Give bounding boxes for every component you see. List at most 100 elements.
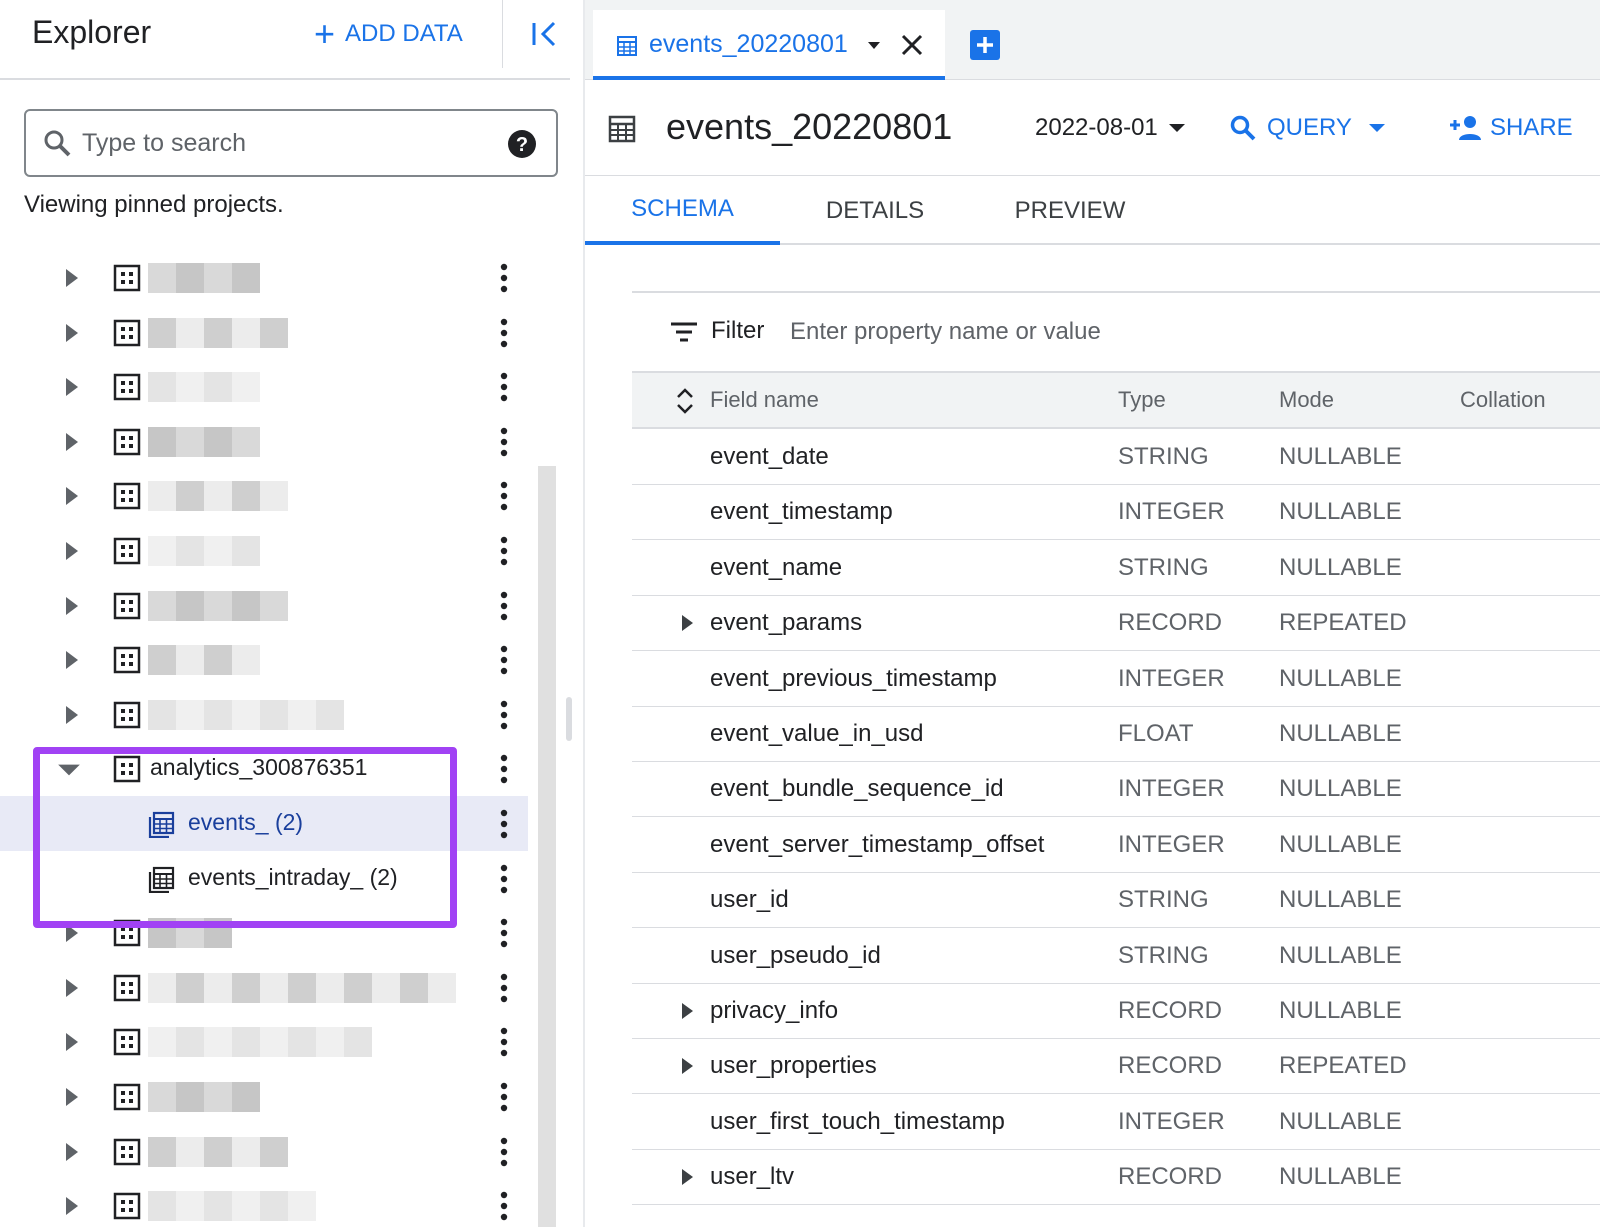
schema-row[interactable]: event_date STRING NULLABLE xyxy=(632,429,1600,485)
more-options-icon[interactable] xyxy=(492,863,516,895)
column-header-field-name[interactable]: Field name xyxy=(710,387,819,413)
filter-input[interactable] xyxy=(790,315,1490,349)
more-options-icon[interactable] xyxy=(492,1081,516,1113)
tree-row-table[interactable]: events_intraday_ (2) xyxy=(0,851,528,906)
schema-row[interactable]: event_value_in_usd FLOAT NULLABLE xyxy=(632,706,1600,762)
tree-row-dataset[interactable] xyxy=(0,632,528,687)
plus-icon: + xyxy=(314,13,336,54)
dataset-icon xyxy=(113,264,141,292)
more-options-icon[interactable] xyxy=(492,699,516,731)
share-button[interactable]: SHARE xyxy=(1450,110,1573,146)
schema-row[interactable]: user_first_touch_timestamp INTEGER NULLABL… xyxy=(632,1094,1600,1150)
search-input[interactable] xyxy=(82,121,482,165)
new-tab-icon[interactable] xyxy=(970,30,1000,60)
tab-preview[interactable]: PREVIEW xyxy=(970,177,1170,245)
tree-row-dataset[interactable] xyxy=(0,250,528,305)
tree-row-dataset[interactable] xyxy=(0,1014,528,1069)
expand-arrow-icon[interactable] xyxy=(60,430,84,454)
expand-arrow-icon[interactable] xyxy=(60,1140,84,1164)
more-options-icon[interactable] xyxy=(492,535,516,567)
redacted-block xyxy=(148,918,176,949)
tab-title: events_20220801 xyxy=(649,30,848,58)
close-icon[interactable] xyxy=(899,32,925,58)
expand-arrow-icon[interactable] xyxy=(60,266,84,290)
tab-schema[interactable]: SCHEMA xyxy=(585,177,780,245)
tree-row-table[interactable]: events_ (2) xyxy=(0,796,528,851)
schema-row[interactable]: event_params RECORD REPEATED xyxy=(632,595,1600,652)
expand-arrow-icon[interactable] xyxy=(60,375,84,399)
tree-row-dataset[interactable] xyxy=(0,359,528,414)
more-options-icon[interactable] xyxy=(492,1026,516,1058)
schema-row[interactable]: event_bundle_sequence_id INTEGER NULLABLE xyxy=(632,761,1600,818)
expand-arrow-icon[interactable] xyxy=(60,648,84,672)
tree-row-dataset[interactable] xyxy=(0,1178,528,1227)
redacted-block xyxy=(204,1136,232,1167)
tab-events-table[interactable]: events_20220801 xyxy=(593,10,945,80)
tree-row-dataset[interactable] xyxy=(0,960,528,1015)
add-data-button[interactable]: + ADD DATA xyxy=(314,16,463,52)
schema-row[interactable]: user_properties RECORD REPEATED xyxy=(632,1038,1600,1095)
expand-arrow-icon[interactable] xyxy=(60,1030,84,1054)
dataset-icon xyxy=(113,755,141,783)
tree-row-dataset[interactable] xyxy=(0,414,528,469)
schema-row[interactable]: user_pseudo_id STRING NULLABLE xyxy=(632,928,1600,984)
more-options-icon[interactable] xyxy=(492,371,516,403)
expand-arrow-icon[interactable] xyxy=(60,703,84,727)
sort-icon[interactable] xyxy=(674,385,696,417)
column-header-type[interactable]: Type xyxy=(1118,387,1166,413)
more-options-icon[interactable] xyxy=(492,644,516,676)
scrollbar-thumb[interactable] xyxy=(538,466,556,1227)
expand-arrow-icon[interactable] xyxy=(60,1085,84,1109)
schema-row[interactable]: user_id STRING NULLABLE xyxy=(632,872,1600,929)
more-options-icon[interactable] xyxy=(492,480,516,512)
search-box[interactable]: ? xyxy=(24,109,558,177)
tree-row-dataset[interactable] xyxy=(0,578,528,633)
more-options-icon[interactable] xyxy=(492,753,516,785)
more-options-icon[interactable] xyxy=(492,317,516,349)
date-selector[interactable]: 2022-08-01 xyxy=(1035,114,1186,142)
column-header-mode[interactable]: Mode xyxy=(1279,387,1334,413)
expand-arrow-icon[interactable] xyxy=(60,539,84,563)
more-options-icon[interactable] xyxy=(492,917,516,949)
schema-row[interactable]: event_previous_timestamp INTEGER NULLABLE xyxy=(632,651,1600,707)
more-options-icon[interactable] xyxy=(492,808,516,840)
schema-row[interactable]: user_ltv RECORD NULLABLE xyxy=(632,1149,1600,1206)
expand-arrow-icon[interactable] xyxy=(680,1167,694,1187)
expand-arrow-icon[interactable] xyxy=(680,613,694,633)
schema-row[interactable]: privacy_info RECORD NULLABLE xyxy=(632,983,1600,1039)
chevron-down-icon[interactable] xyxy=(867,40,881,50)
tree-row-dataset[interactable] xyxy=(0,905,528,960)
more-options-icon[interactable] xyxy=(492,426,516,458)
dataset-icon xyxy=(113,1083,141,1111)
collapse-arrow-icon[interactable] xyxy=(56,757,82,781)
more-options-icon[interactable] xyxy=(492,262,516,294)
query-button[interactable]: QUERY xyxy=(1229,110,1386,146)
expand-arrow-icon[interactable] xyxy=(60,484,84,508)
tree-row-analytics-dataset[interactable]: analytics_300876351 xyxy=(0,741,528,796)
resize-handle[interactable] xyxy=(566,697,572,741)
expand-arrow-icon[interactable] xyxy=(680,1056,694,1076)
more-options-icon[interactable] xyxy=(492,1190,516,1222)
tree-row-dataset[interactable] xyxy=(0,468,528,523)
schema-row[interactable]: event_timestamp INTEGER NULLABLE xyxy=(632,484,1600,541)
expand-arrow-icon[interactable] xyxy=(60,594,84,618)
more-options-icon[interactable] xyxy=(492,1136,516,1168)
tab-details[interactable]: DETAILS xyxy=(780,177,970,245)
schema-row[interactable]: event_name STRING NULLABLE xyxy=(632,540,1600,596)
tree-row-dataset[interactable] xyxy=(0,687,528,742)
expand-arrow-icon[interactable] xyxy=(60,976,84,1000)
tree-row-dataset[interactable] xyxy=(0,305,528,360)
expand-arrow-icon[interactable] xyxy=(60,1194,84,1218)
tree-row-dataset[interactable] xyxy=(0,1069,528,1124)
expand-arrow-icon[interactable] xyxy=(60,921,84,945)
more-options-icon[interactable] xyxy=(492,972,516,1004)
tree-row-dataset[interactable] xyxy=(0,523,528,578)
collapse-panel-icon[interactable] xyxy=(528,16,564,52)
expand-arrow-icon[interactable] xyxy=(60,321,84,345)
column-header-collation[interactable]: Collation xyxy=(1460,387,1546,413)
tree-row-dataset[interactable] xyxy=(0,1124,528,1179)
schema-row[interactable]: event_server_timestamp_offset INTEGER NULL… xyxy=(632,817,1600,873)
expand-arrow-icon[interactable] xyxy=(680,1001,694,1021)
help-icon[interactable]: ? xyxy=(506,128,538,160)
more-options-icon[interactable] xyxy=(492,590,516,622)
